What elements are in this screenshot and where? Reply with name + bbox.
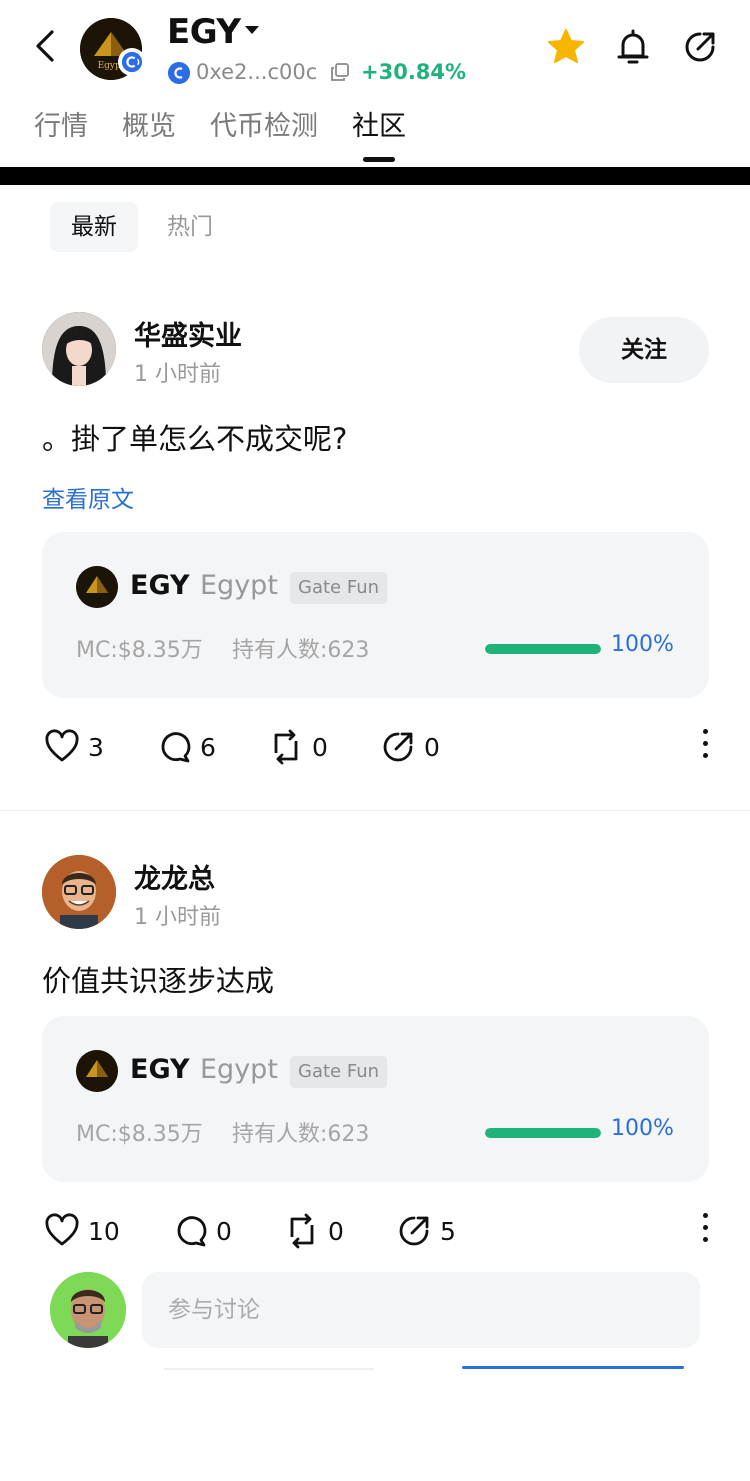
repost-count: 0 — [328, 1216, 344, 1246]
back-arrow-icon[interactable] — [30, 26, 64, 66]
card-holders: 持有人数:623 — [232, 638, 370, 663]
heart-icon — [45, 1213, 79, 1246]
tab-bar: 行情 概览 代币检测 社区 — [34, 106, 440, 162]
chain-icon — [168, 62, 190, 84]
separator-bar — [0, 167, 750, 185]
comment-input[interactable]: 参与讨论 — [142, 1272, 700, 1348]
like-button[interactable]: 10 — [44, 1211, 120, 1251]
repost-button[interactable]: 0 — [268, 727, 328, 767]
card-tag: Gate Fun — [290, 1056, 388, 1088]
progress-bar — [485, 1128, 601, 1138]
share-count: 5 — [440, 1216, 456, 1246]
card-tag: Gate Fun — [290, 572, 388, 604]
comment-icon — [161, 732, 191, 763]
tab-overview[interactable]: 概览 — [122, 106, 176, 162]
comment-button[interactable]: 0 — [172, 1211, 232, 1251]
card-symbol: EGY — [130, 570, 190, 601]
token-logo — [76, 1050, 118, 1092]
like-count: 3 — [88, 732, 104, 762]
filter-hot[interactable]: 热门 — [146, 202, 234, 252]
share-icon — [399, 1216, 429, 1246]
more-vertical-icon[interactable] — [700, 1213, 710, 1249]
card-symbol: EGY — [130, 1054, 190, 1085]
avatar[interactable] — [42, 312, 116, 386]
card-market-cap: MC:$8.35万 — [76, 638, 203, 663]
token-card[interactable]: EGY Egypt Gate Fun MC:$8.35万 持有人数:623 10… — [42, 532, 709, 698]
progress-fill — [485, 1128, 601, 1138]
post-time: 1 小时前 — [134, 905, 221, 930]
card-holders: 持有人数:623 — [232, 1122, 370, 1147]
view-original-link[interactable]: 查看原文 — [42, 480, 134, 514]
card-name: Egypt — [200, 1054, 278, 1085]
comment-icon — [177, 1216, 207, 1247]
post-divider — [0, 810, 750, 811]
avatar[interactable] — [42, 855, 116, 929]
accent-line — [462, 1366, 684, 1369]
progress-percent: 100% — [611, 1116, 674, 1141]
comment-count: 6 — [200, 732, 216, 762]
repost-count: 0 — [312, 732, 328, 762]
token-symbol[interactable]: EGY — [167, 12, 241, 52]
post-actions: 10 0 0 5 — [44, 1211, 710, 1251]
more-vertical-icon[interactable] — [700, 729, 710, 765]
price-change: +30.84% — [361, 60, 467, 84]
tab-community[interactable]: 社区 — [352, 106, 406, 162]
token-address: 0xe2...c00c — [196, 60, 318, 84]
card-name: Egypt — [200, 570, 278, 601]
like-button[interactable]: 3 — [44, 727, 104, 767]
copy-icon[interactable] — [331, 63, 349, 81]
progress-bar — [485, 644, 601, 654]
my-avatar[interactable] — [50, 1272, 126, 1348]
repost-icon — [290, 1213, 314, 1249]
post-content[interactable]: 。掛了单怎么不成交呢? — [42, 416, 347, 458]
repost-button[interactable]: 0 — [284, 1211, 344, 1251]
tab-token-check[interactable]: 代币检测 — [210, 106, 318, 162]
share-button[interactable]: 5 — [396, 1211, 456, 1251]
progress-fill — [485, 644, 601, 654]
follow-button[interactable]: 关注 — [579, 317, 709, 383]
author-name[interactable]: 华盛实业 — [134, 314, 242, 353]
bell-icon[interactable] — [615, 28, 651, 66]
token-header: Egypt EGY 0xe2...c00c +30.84% — [0, 0, 750, 100]
comment-button[interactable]: 6 — [156, 727, 216, 767]
star-icon[interactable] — [547, 28, 585, 64]
heart-icon — [45, 729, 79, 762]
share-icon — [383, 732, 413, 762]
card-market-cap: MC:$8.35万 — [76, 1122, 203, 1147]
feed-filter: 最新 热门 — [50, 202, 242, 252]
share-count: 0 — [424, 732, 440, 762]
token-logo — [76, 566, 118, 608]
post-content[interactable]: 价值共识逐步达成 — [42, 958, 274, 1000]
filter-latest[interactable]: 最新 — [50, 202, 138, 252]
tab-market[interactable]: 行情 — [34, 106, 88, 162]
token-card[interactable]: EGY Egypt Gate Fun MC:$8.35万 持有人数:623 10… — [42, 1016, 709, 1182]
comment-count: 0 — [216, 1216, 232, 1246]
author-name[interactable]: 龙龙总 — [134, 857, 215, 896]
like-count: 10 — [88, 1216, 120, 1246]
caret-down-icon[interactable] — [245, 26, 259, 34]
post-time: 1 小时前 — [134, 362, 221, 387]
share-icon[interactable] — [682, 29, 718, 65]
repost-icon — [274, 729, 298, 765]
chain-badge-icon — [118, 48, 146, 76]
divider-line — [164, 1368, 374, 1370]
post-actions: 3 6 0 0 — [44, 727, 710, 767]
progress-percent: 100% — [611, 632, 674, 657]
share-button[interactable]: 0 — [380, 727, 440, 767]
